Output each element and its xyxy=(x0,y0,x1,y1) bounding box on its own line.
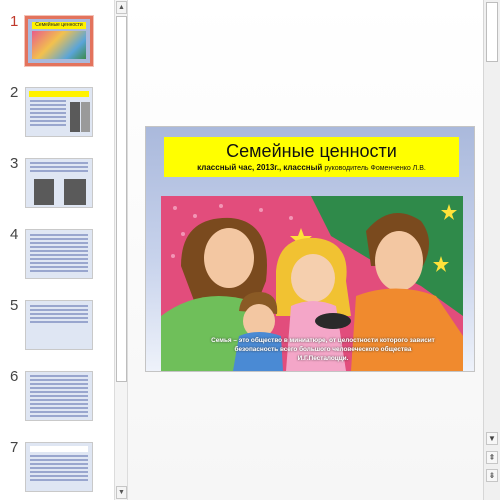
thumbnail-text xyxy=(30,305,88,325)
thumbnail-photo xyxy=(70,102,80,132)
family-drawing-image[interactable]: Семья – это общество в миниатюре, от цел… xyxy=(161,196,463,371)
thumbnail-row[interactable]: 2 xyxy=(0,84,114,147)
previous-slide-icon[interactable]: ⇞ xyxy=(486,451,498,464)
slide-thumbnail-4[interactable] xyxy=(25,229,93,279)
slide-thumbnails-pane: 1 Семейные ценности 2 3 4 5 6 7 xyxy=(0,0,114,500)
thumbnail-row[interactable]: 6 xyxy=(0,368,114,431)
thumbnail-text xyxy=(30,234,88,274)
subtitle-event: классный час, 2013г., xyxy=(197,163,282,172)
thumbnail-text xyxy=(30,455,88,487)
quote-author: И.Г.Песталоцци. xyxy=(297,355,349,362)
thumbnail-title-bar xyxy=(29,91,89,97)
thumbnail-row[interactable]: 5 xyxy=(0,297,114,360)
thumbnail-photo xyxy=(81,102,90,132)
slide-thumbnail-2[interactable] xyxy=(25,87,93,137)
slide-number: 3 xyxy=(10,155,19,172)
slide-thumbnail-5[interactable] xyxy=(25,300,93,350)
editor-scrollbar[interactable]: ▼ ⇞ ⇟ xyxy=(483,0,500,500)
slide-title: Семейные ценности xyxy=(226,141,397,161)
subtitle-author: руководитель Фоменченко Л.В. xyxy=(324,165,426,172)
scroll-down-arrow-icon[interactable]: ▼ xyxy=(116,486,127,499)
slide-thumbnail-3[interactable] xyxy=(25,158,93,208)
slide-number: 4 xyxy=(10,226,19,243)
slide-thumbnail-1[interactable]: Семейные ценности xyxy=(25,16,93,66)
title-placeholder[interactable]: Семейные ценности классный час, 2013г., … xyxy=(164,137,459,177)
slide-thumbnail-6[interactable] xyxy=(25,371,93,421)
slide-subtitle: классный час, 2013г., классный руководит… xyxy=(164,163,459,172)
slide-number: 2 xyxy=(10,84,19,101)
slide-number: 5 xyxy=(10,297,19,314)
slide-number: 1 xyxy=(10,13,19,30)
thumbnail-row[interactable]: 3 xyxy=(0,155,114,218)
current-slide[interactable]: Семейные ценности классный час, 2013г., … xyxy=(145,126,475,372)
thumbnail-title: Семейные ценности xyxy=(32,22,86,29)
subtitle-role: классный xyxy=(283,163,323,172)
thumbnail-photo xyxy=(34,179,54,205)
thumbnail-row[interactable]: 7 xyxy=(0,439,114,500)
presentation-window: 1 Семейные ценности 2 3 4 5 6 7 ▲ ▼ Семе… xyxy=(0,0,500,500)
scrollbar-thumb[interactable] xyxy=(486,2,498,62)
slide-quote: Семья – это общество в миниатюре, от цел… xyxy=(189,336,457,363)
next-slide-icon[interactable]: ⇟ xyxy=(486,469,498,482)
thumbnail-row[interactable]: 4 xyxy=(0,226,114,289)
quote-text: Семья – это общество в миниатюре, от цел… xyxy=(211,337,435,353)
slide-number: 7 xyxy=(10,439,19,456)
thumbnail-text xyxy=(30,100,66,132)
scroll-down-arrow-icon[interactable]: ▼ xyxy=(486,432,498,445)
thumbnail-row[interactable]: 1 Семейные ценности xyxy=(0,13,114,76)
thumbnail-photo xyxy=(64,179,86,205)
thumbnails-scrollbar[interactable]: ▲ ▼ xyxy=(114,0,128,500)
thumbnail-title-bar xyxy=(30,446,88,452)
slide-number: 6 xyxy=(10,368,19,385)
scroll-up-arrow-icon[interactable]: ▲ xyxy=(116,1,127,14)
thumbnail-text xyxy=(30,162,88,174)
scrollbar-thumb[interactable] xyxy=(116,16,127,382)
thumbnail-text xyxy=(30,375,88,417)
thumbnail-picture xyxy=(32,31,86,59)
slide-thumbnail-7[interactable] xyxy=(25,442,93,492)
